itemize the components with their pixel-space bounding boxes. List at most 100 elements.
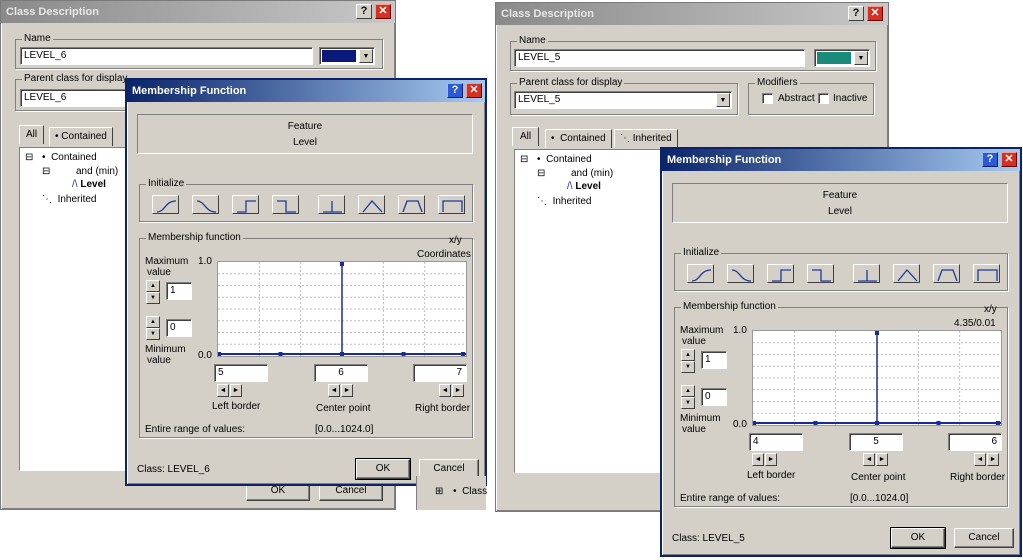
name-input[interactable]: LEVEL_5	[514, 49, 805, 67]
left-border-input[interactable]: 4	[749, 433, 803, 451]
triangle-init-button[interactable]	[893, 264, 920, 283]
right-border-input[interactable]: 7	[413, 364, 467, 382]
tree-collapse-icon[interactable]: ⊟	[25, 152, 33, 164]
center-point-decrease[interactable]: ◄	[328, 384, 340, 397]
ok-button[interactable]: OK	[355, 458, 411, 480]
membership-handle[interactable]	[217, 352, 221, 356]
rectangle-init-button[interactable]	[438, 195, 465, 214]
tree-node-level[interactable]: /\ Level	[567, 181, 601, 193]
right-border-increase[interactable]: ►	[452, 384, 464, 397]
tree-node-level[interactable]: /\ Level	[72, 179, 106, 191]
cancel-button[interactable]: Cancel	[954, 528, 1014, 548]
parent-dropdown[interactable]: LEVEL_6	[20, 89, 130, 107]
close-button[interactable]: ✕	[466, 83, 482, 98]
left-border-decrease[interactable]: ◄	[217, 384, 229, 397]
abstract-checkbox[interactable]	[762, 93, 773, 104]
minimum-value-input[interactable]: 0	[166, 319, 192, 337]
maximum-value-input[interactable]: 1	[701, 351, 727, 369]
inactive-checkbox[interactable]	[818, 93, 829, 104]
color-dropdown[interactable]: ▼	[319, 47, 375, 65]
membership-handle[interactable]	[752, 421, 756, 425]
minimum-value-input[interactable]: 0	[701, 388, 727, 406]
name-input[interactable]: LEVEL_6	[20, 47, 313, 65]
ok-button[interactable]: OK	[890, 527, 946, 549]
left-border-increase[interactable]: ►	[230, 384, 242, 397]
step-up-init-button[interactable]	[767, 264, 794, 283]
chevron-down-icon[interactable]: ▼	[359, 49, 373, 63]
tree-collapse-icon[interactable]: ⊟	[537, 168, 545, 180]
center-point-input[interactable]: 5	[849, 433, 903, 451]
tree-collapse-icon[interactable]: ⊟	[42, 166, 50, 178]
help-button[interactable]: ?	[982, 152, 998, 167]
z-curve-init-button[interactable]	[727, 264, 754, 283]
min-spin-down[interactable]: ▼	[681, 397, 695, 409]
right-border-increase[interactable]: ►	[987, 453, 999, 466]
tree-node-and[interactable]: and (min)	[571, 168, 613, 180]
right-border-decrease[interactable]: ◄	[439, 384, 451, 397]
color-dropdown[interactable]: ▼	[814, 49, 870, 67]
tab-all[interactable]: All	[19, 125, 45, 144]
rectangle-init-button[interactable]	[973, 264, 1000, 283]
left-border-decrease[interactable]: ◄	[752, 453, 764, 466]
help-button[interactable]: ?	[447, 83, 463, 98]
trapezoid-init-button[interactable]	[398, 195, 425, 214]
s-curve-init-button[interactable]	[687, 264, 714, 283]
help-button[interactable]: ?	[848, 6, 864, 21]
tree-node-inherited[interactable]: ⋱ Inherited	[42, 194, 96, 206]
chevron-down-icon[interactable]: ▼	[716, 93, 730, 107]
center-point-increase[interactable]: ►	[341, 384, 353, 397]
tree-collapse-icon[interactable]: ⊟	[520, 154, 528, 166]
membership-handle[interactable]	[340, 262, 344, 266]
tree-node-contained[interactable]: • Contained	[537, 154, 592, 166]
membership-handle[interactable]	[813, 421, 818, 425]
trapezoid-init-button[interactable]	[933, 264, 960, 283]
min-spin-up[interactable]: ▲	[681, 385, 695, 397]
membership-handle[interactable]	[401, 352, 406, 356]
min-spin-up[interactable]: ▲	[146, 316, 160, 328]
right-border-decrease[interactable]: ◄	[974, 453, 986, 466]
triangle-init-button[interactable]	[358, 195, 385, 214]
left-border-input[interactable]: 5	[214, 364, 268, 382]
center-point-decrease[interactable]: ◄	[863, 453, 875, 466]
membership-handle[interactable]	[278, 352, 283, 356]
chevron-down-icon[interactable]: ▼	[854, 51, 868, 65]
tab-inherited[interactable]: ⋱ Inherited	[614, 129, 678, 148]
left-border-increase[interactable]: ►	[765, 453, 777, 466]
membership-handle[interactable]	[461, 352, 465, 356]
tree-node-and[interactable]: and (min)	[76, 166, 118, 178]
tree-node-contained[interactable]: • Contained	[42, 152, 97, 164]
max-spin-down[interactable]: ▼	[146, 292, 160, 304]
tab-all[interactable]: All	[512, 127, 540, 146]
close-button[interactable]: ✕	[867, 6, 883, 21]
tab-contained[interactable]: • Contained	[49, 127, 113, 146]
expand-icon[interactable]: ⊞	[435, 486, 443, 498]
step-down-init-button[interactable]	[807, 264, 834, 283]
center-point-input[interactable]: 6	[314, 364, 368, 382]
help-button[interactable]: ?	[356, 4, 372, 19]
membership-handle[interactable]	[936, 421, 941, 425]
close-button[interactable]: ✕	[1001, 152, 1017, 167]
maximum-value-input[interactable]: 1	[166, 282, 192, 300]
max-spin-up[interactable]: ▲	[146, 280, 160, 292]
step-down-init-button[interactable]	[272, 195, 299, 214]
membership-handle[interactable]	[875, 421, 879, 425]
z-curve-init-button[interactable]	[192, 195, 219, 214]
membership-handle[interactable]	[996, 421, 1000, 425]
tab-contained[interactable]: • Contained	[545, 129, 612, 148]
parent-dropdown[interactable]: LEVEL_5 ▼	[514, 91, 732, 109]
max-spin-down[interactable]: ▼	[681, 361, 695, 373]
tree-node-class[interactable]: • Class	[453, 486, 487, 498]
step-up-init-button[interactable]	[232, 195, 259, 214]
min-spin-down[interactable]: ▼	[146, 328, 160, 340]
membership-handle[interactable]	[875, 331, 879, 335]
membership-handle[interactable]	[340, 352, 344, 356]
s-curve-init-button[interactable]	[152, 195, 179, 214]
tree-node-inherited[interactable]: ⋱ Inherited	[537, 196, 591, 208]
membership-plot[interactable]	[752, 330, 1002, 426]
singleton-init-button[interactable]	[853, 264, 880, 283]
membership-plot[interactable]	[217, 261, 467, 357]
max-spin-up[interactable]: ▲	[681, 349, 695, 361]
center-point-increase[interactable]: ►	[876, 453, 888, 466]
right-border-input[interactable]: 6	[948, 433, 1002, 451]
close-button[interactable]: ✕	[375, 4, 391, 19]
